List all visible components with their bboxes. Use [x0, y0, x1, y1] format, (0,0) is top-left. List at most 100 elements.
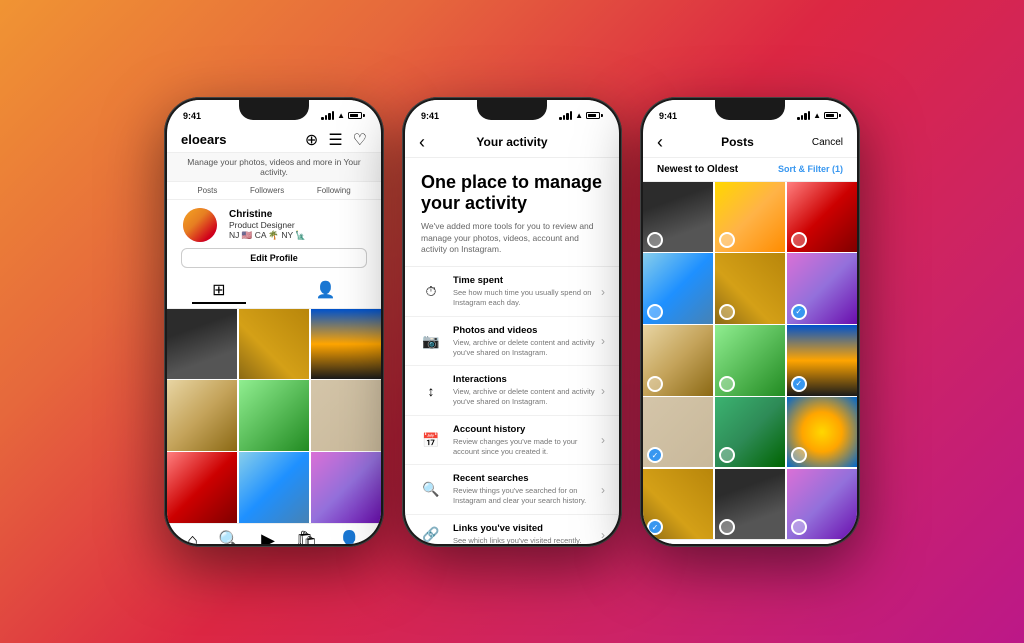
select-circle-3: [791, 232, 807, 248]
bio-location: NJ 🇺🇸 CA 🌴 NY 🗽: [229, 230, 367, 241]
stat-posts-label: Posts: [197, 186, 217, 195]
activity-header: ‹ Your activity: [405, 126, 619, 158]
bottom-nav: ⌂ 🔍 ▶ 🛍 👤: [167, 523, 381, 544]
stat-following-label: Following: [317, 186, 351, 195]
nav-search-icon[interactable]: 🔍: [218, 530, 240, 544]
post-photo-14[interactable]: [715, 469, 785, 539]
photo-3[interactable]: [311, 309, 381, 379]
photo-2[interactable]: [239, 309, 309, 379]
phone-activity: 9:41 ▲ ‹ Your: [402, 97, 622, 547]
menu-item-account-history[interactable]: 📅 Account history Review changes you've …: [405, 416, 619, 466]
post-photo-10[interactable]: ✓: [643, 397, 713, 467]
bio: Christine Product Designer NJ 🇺🇸 CA 🌴 NY…: [229, 209, 367, 241]
photo-9[interactable]: [311, 452, 381, 522]
links-visited-desc: See which links you've visited recently.: [453, 536, 601, 543]
account-history-icon: 📅: [419, 428, 443, 452]
photos-videos-desc: View, archive or delete content and acti…: [453, 338, 601, 358]
heart-icon[interactable]: ♡: [353, 130, 367, 150]
tab-grid[interactable]: ⊞: [192, 278, 245, 304]
back-button-3[interactable]: ‹: [657, 132, 663, 153]
menu-icon[interactable]: ☰: [328, 130, 342, 150]
chevron-right-icon-3: ›: [601, 384, 605, 398]
phone-screen-profile: 9:41 ▲ eloears: [167, 100, 381, 544]
post-photo-2[interactable]: [715, 182, 785, 252]
time-spent-icon: ⏱: [419, 280, 443, 304]
account-history-label: Account history: [453, 424, 601, 435]
chevron-right-icon-4: ›: [601, 433, 605, 447]
post-photo-6[interactable]: ✓: [787, 253, 857, 323]
post-photo-11[interactable]: [715, 397, 785, 467]
signal-icon: [321, 111, 334, 120]
nav-shop-icon[interactable]: 🛍: [295, 530, 318, 544]
posts-footer: Archive(4) Delete(4): [643, 539, 857, 543]
nav-profile-icon[interactable]: 👤: [338, 530, 360, 544]
select-circle-14: [719, 519, 735, 535]
activity-title: Your activity: [476, 135, 547, 149]
photo-grid: [167, 309, 381, 523]
username: eloears: [181, 132, 227, 147]
avatar-row: Christine Product Designer NJ 🇺🇸 CA 🌴 NY…: [167, 200, 381, 248]
stat-followers-label: Followers: [250, 186, 284, 195]
photo-6[interactable]: [311, 380, 381, 450]
select-circle-1: [647, 232, 663, 248]
notch-3: [715, 100, 785, 120]
select-circle-5: [719, 304, 735, 320]
post-photo-5[interactable]: [715, 253, 785, 323]
edit-profile-button[interactable]: Edit Profile: [181, 248, 367, 268]
stat-followers: Followers: [250, 186, 284, 195]
back-button-2[interactable]: ‹: [419, 132, 425, 153]
bio-name: Christine: [229, 209, 367, 220]
post-photo-12[interactable]: [787, 397, 857, 467]
menu-item-interactions[interactable]: ↕ Interactions View, archive or delete c…: [405, 366, 619, 416]
sort-label: Newest to Oldest: [657, 164, 738, 175]
cancel-button[interactable]: Cancel: [812, 137, 843, 148]
interactions-label: Interactions: [453, 374, 601, 385]
notch-2: [477, 100, 547, 120]
photo-5[interactable]: [239, 380, 309, 450]
photo-1[interactable]: [167, 309, 237, 379]
menu-item-recent-searches[interactable]: 🔍 Recent searches Review things you've s…: [405, 465, 619, 515]
post-photo-9[interactable]: ✓: [787, 325, 857, 395]
wifi-icon: ▲: [337, 111, 345, 120]
add-post-icon[interactable]: ⊕: [305, 130, 318, 150]
nav-reels-icon[interactable]: ▶: [261, 530, 275, 544]
interactions-icon: ↕: [419, 379, 443, 403]
links-visited-icon: 🔗: [419, 523, 443, 544]
phone-screen-activity: 9:41 ▲ ‹ Your: [405, 100, 619, 544]
photo-8[interactable]: [239, 452, 309, 522]
battery-icon-2: [586, 112, 603, 119]
wifi-icon-3: ▲: [813, 111, 821, 120]
menu-item-links-visited[interactable]: 🔗 Links you've visited See which links y…: [405, 515, 619, 544]
select-circle-4: [647, 304, 663, 320]
sort-filter-button[interactable]: Sort & Filter (1): [778, 164, 843, 174]
menu-item-photos-videos[interactable]: 📷 Photos and videos View, archive or del…: [405, 317, 619, 367]
time-2: 9:41: [421, 111, 439, 121]
signal-icon-3: [797, 111, 810, 120]
phone-screen-posts: 9:41 ▲ ‹ Post: [643, 100, 857, 544]
post-photo-15[interactable]: [787, 469, 857, 539]
post-photo-13[interactable]: ✓: [643, 469, 713, 539]
post-photo-3[interactable]: [787, 182, 857, 252]
tab-tagged[interactable]: 👤: [296, 278, 356, 304]
posts-photo-grid: ✓ ✓ ✓: [643, 182, 857, 540]
notch: [239, 100, 309, 120]
profile-header-icons: ⊕ ☰ ♡: [305, 130, 367, 150]
bio-title: Product Designer: [229, 220, 367, 230]
chevron-right-icon-5: ›: [601, 483, 605, 497]
menu-item-time-spent[interactable]: ⏱ Time spent See how much time you usual…: [405, 267, 619, 317]
post-photo-8[interactable]: [715, 325, 785, 395]
phones-container: 9:41 ▲ eloears: [164, 97, 860, 547]
activity-hero-title: One place to manage your activity: [421, 172, 603, 215]
post-photo-1[interactable]: [643, 182, 713, 252]
time-1: 9:41: [183, 111, 201, 121]
post-photo-4[interactable]: [643, 253, 713, 323]
activity-hero: One place to manage your activity We've …: [405, 158, 619, 268]
chevron-right-icon-6: ›: [601, 528, 605, 542]
post-photo-7[interactable]: [643, 325, 713, 395]
photo-4[interactable]: [167, 380, 237, 450]
time-spent-label: Time spent: [453, 275, 601, 286]
photo-7[interactable]: [167, 452, 237, 522]
nav-home-icon[interactable]: ⌂: [187, 530, 198, 544]
phone-posts: 9:41 ▲ ‹ Post: [640, 97, 860, 547]
photos-videos-icon: 📷: [419, 329, 443, 353]
